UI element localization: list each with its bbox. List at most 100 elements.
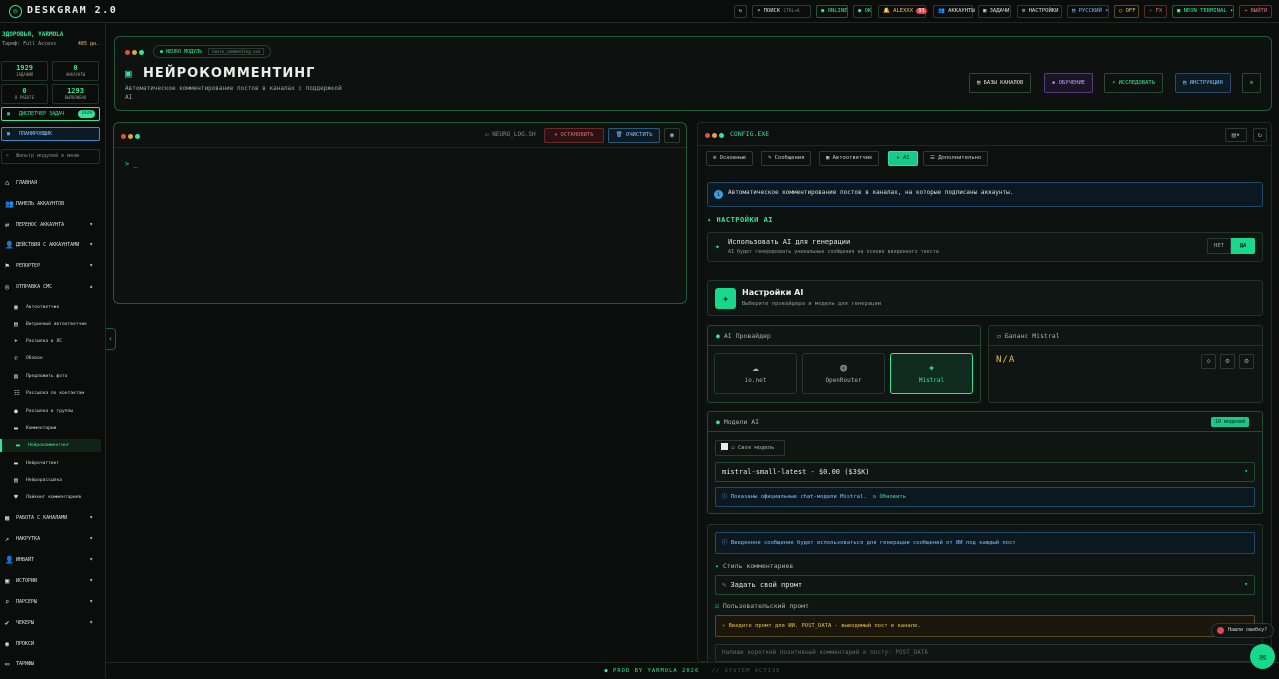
settings-button[interactable]: ⚙ НАСТРОЙКИ — [1017, 5, 1062, 18]
refresh-link[interactable]: ↻ Обновить — [873, 494, 906, 500]
stat-accounts: 0 АККАУНТЫ — [52, 61, 99, 81]
balance-refresh-button[interactable]: ⚙ — [1220, 354, 1235, 369]
sub-suggest-photo[interactable]: ▨ Предложить фото — [14, 370, 101, 383]
own-model-checkbox[interactable]: ☑ Своя модель — [715, 440, 785, 456]
sub-group-mailing[interactable]: ● Рассылка в группы — [14, 405, 101, 418]
balance-settings-button[interactable]: ⚙ — [1239, 354, 1254, 369]
prompt-warning: ✧ Введите промт для ИИ. POST_DATA - выво… — [715, 615, 1255, 637]
tab-messages[interactable]: ✎ Сообщения — [761, 151, 812, 166]
provider-mistral[interactable]: ✦ Mistral — [890, 353, 973, 394]
terminal-panel: ▭ NEURO_LOG.SH ⏸ ОСТАНОВИТЬ 🗑 ОЧИСТИТЬ ◉… — [113, 122, 687, 304]
report-bug-label: Нашли ошибку? — [1228, 627, 1268, 633]
user-badge: 91 — [916, 8, 927, 14]
gear-icon: ⚙ — [1249, 80, 1254, 86]
chat-icon: ✉ — [1259, 650, 1266, 663]
nav-inviting[interactable]: 👤 ИНВАЙТ ▾ — [5, 553, 101, 567]
off-toggle[interactable]: ○ OFF — [1114, 5, 1139, 18]
planner-button[interactable]: ▦ ПЛАНИРОВЩИК — [1, 127, 100, 141]
sub-label: Рассылка по контактам — [26, 391, 85, 396]
provider-ionet[interactable]: ☁ io.net — [714, 353, 797, 394]
bot-icon: ▣ — [14, 303, 18, 311]
sub-comments[interactable]: ▬ Комментарии — [14, 422, 101, 435]
models-title: Модели AI — [723, 418, 760, 426]
nav-boosting[interactable]: ↗ НАКРУТКА ▾ — [5, 532, 101, 546]
stat-tasks: 1929 ЗАДАНИЙ — [1, 61, 48, 81]
logout-button[interactable]: ⇥ ВЫЙТИ — [1239, 5, 1272, 18]
chat-support-button[interactable]: ✉ — [1250, 644, 1275, 669]
nav-tariffs[interactable]: ▭ ТАРИФЫ — [5, 657, 101, 671]
prompt-placeholder: Напиши короткий позитивный комментарий к… — [722, 649, 928, 656]
edit-icon: ✎ — [768, 155, 772, 161]
fx-toggle[interactable]: ✧ FX — [1144, 5, 1167, 18]
refresh-icon: ↻ — [872, 494, 877, 500]
guide-button[interactable]: ▤ ИНСТРУКЦИЯ — [1175, 73, 1231, 93]
info-icon: ⓘ — [722, 494, 728, 500]
sub-dm-mailing[interactable]: ➤ Рассылка в ЛС — [14, 335, 101, 348]
stat-value: 0 — [73, 64, 78, 72]
tab-main[interactable]: ⚙ Основные — [706, 151, 754, 166]
nav-transfer[interactable]: ⇄ ПЕРЕНОС АККАУНТА ▾ — [5, 218, 101, 232]
channel-bases-button[interactable]: ▤ БАЗЫ КАНАЛОВ — [969, 73, 1032, 93]
tab-ai[interactable]: ✦ AI — [888, 151, 918, 166]
model-selected-value: mistral-small-latest - $0.00 ($3$K) — [722, 468, 870, 476]
sub-label: Рассылка в ЛС — [26, 339, 62, 344]
tasks-button[interactable]: ▣ ЗАДАЧИ — [978, 5, 1011, 18]
toggle-yes[interactable]: ДА — [1231, 238, 1255, 254]
toggle-no[interactable]: НЕТ — [1207, 238, 1231, 254]
tab-autoresponder[interactable]: ▣ Автоответчик — [819, 151, 880, 166]
search-button[interactable]: ⌕ ПОИСК CTRL+K — [752, 5, 811, 18]
tab-additional[interactable]: ☰ Дополнительно — [923, 151, 989, 166]
module-filter-input[interactable]: ⌕ Фильтр модулей в меню — [1, 149, 100, 164]
window-dots — [705, 132, 726, 140]
accounts-button[interactable]: 👥 АККАУНТЫ — [933, 5, 975, 18]
config-menu-button[interactable]: ▤▾ — [1225, 128, 1247, 142]
nav-history[interactable]: ▣ ИСТОРИИ ▾ — [5, 574, 101, 588]
nav-label: ЧЕКЕРЫ — [16, 620, 35, 626]
search-icon: ⌕ — [757, 8, 761, 14]
report-bug-button[interactable]: Нашли ошибку? — [1211, 623, 1274, 638]
explore-button[interactable]: ⌕ ИССЛЕДОВАТЬ — [1104, 73, 1164, 93]
user-button[interactable]: 🔔 ALEXXX 91 — [878, 5, 927, 18]
sub-neuromailing[interactable]: ▤ Нейрорассылка — [14, 474, 101, 487]
theme-select[interactable]: ■ NEON TERMINAL ▾ — [1172, 5, 1234, 18]
sub-neurocommenting[interactable]: ▬ Нейрокомментинг — [0, 439, 101, 452]
nav-parsers[interactable]: ⌕ ПАРСЕРЫ ▾ — [5, 595, 101, 609]
terminal-view-button[interactable]: ◉ — [664, 128, 680, 143]
style-select[interactable]: ✎ Задать свой промт ▾ — [715, 575, 1255, 595]
nav-channels[interactable]: ▦ РАБОТА С КАНАЛАМИ ▾ — [5, 511, 101, 525]
nav-messaging[interactable]: ◎ ОТПРАВКА СМС ▴ — [5, 280, 101, 294]
nav-accounts-panel[interactable]: 👥 ПАНЕЛЬ АККАУНТОВ — [5, 197, 101, 211]
nav-proxy[interactable]: ◉ ПРОКСИ — [5, 637, 101, 651]
provider-openrouter[interactable]: ◍ OpenRouter — [802, 353, 885, 394]
header-settings-button[interactable]: ⚙ — [1242, 73, 1261, 93]
sub-showcase-autoresponder[interactable]: ▤ Витринный автоответчик — [14, 318, 101, 331]
warning-text: Введите промт для ИИ. POST_DATA - выводи… — [728, 623, 921, 629]
config-refresh-button[interactable]: ↻ — [1253, 128, 1267, 142]
sub-autoresponder[interactable]: ▣ Автоответчик — [14, 301, 101, 314]
collapse-sidebar-toggle[interactable]: ‹ — [106, 328, 116, 350]
learning-button[interactable]: ◈ ОБУЧЕНИЕ — [1044, 73, 1094, 93]
model-select[interactable]: mistral-small-latest - $0.00 ($3$K) ▾ — [715, 462, 1255, 482]
task-dispatcher-button[interactable]: ▣ ДИСПЕТЧЕР ЗАДАЧ 1929 — [1, 107, 100, 121]
sub-neurochatting[interactable]: ▬ Нейрочаттинг — [14, 457, 101, 470]
stat-label: АККАУНТЫ — [65, 72, 86, 77]
refresh-icon[interactable]: ↻ — [734, 5, 747, 18]
bell-icon: 🔔 — [883, 8, 890, 14]
chevron-down-icon: ▾ — [89, 221, 93, 228]
sub-calling[interactable]: ✆ Обзвон — [14, 352, 101, 365]
clear-button[interactable]: 🗑 ОЧИСТИТЬ — [608, 128, 660, 143]
nav-home[interactable]: ⌂ ГЛАВНАЯ — [5, 176, 101, 190]
stop-button[interactable]: ⏸ ОСТАНОВИТЬ — [544, 128, 604, 143]
nav-reporter[interactable]: ⚑ РЕПОРТЕР ▾ — [5, 259, 101, 273]
language-select[interactable]: ▤ РУССКИЙ ▾ — [1067, 5, 1109, 18]
sub-comment-liking[interactable]: ♥ Лайкинг комментариев — [14, 491, 101, 504]
tab-label: Дополнительно — [938, 155, 982, 161]
prompt-textarea[interactable]: Напиши короткий позитивный комментарий к… — [715, 644, 1255, 662]
database-icon: ▤ — [977, 80, 981, 86]
balance-view-button[interactable]: ◇ — [1201, 354, 1216, 369]
sub-contacts-mailing[interactable]: ☷ Рассылка по контактам — [14, 387, 101, 400]
refresh-label: Обновить — [879, 494, 907, 500]
send-icon: ➤ — [14, 337, 18, 345]
nav-actions[interactable]: 👤 ДЕЙСТВИЯ С АККАУНТАМИ ▾ — [5, 238, 101, 252]
nav-checkers[interactable]: ✔ ЧЕКЕРЫ ▾ — [5, 616, 101, 630]
